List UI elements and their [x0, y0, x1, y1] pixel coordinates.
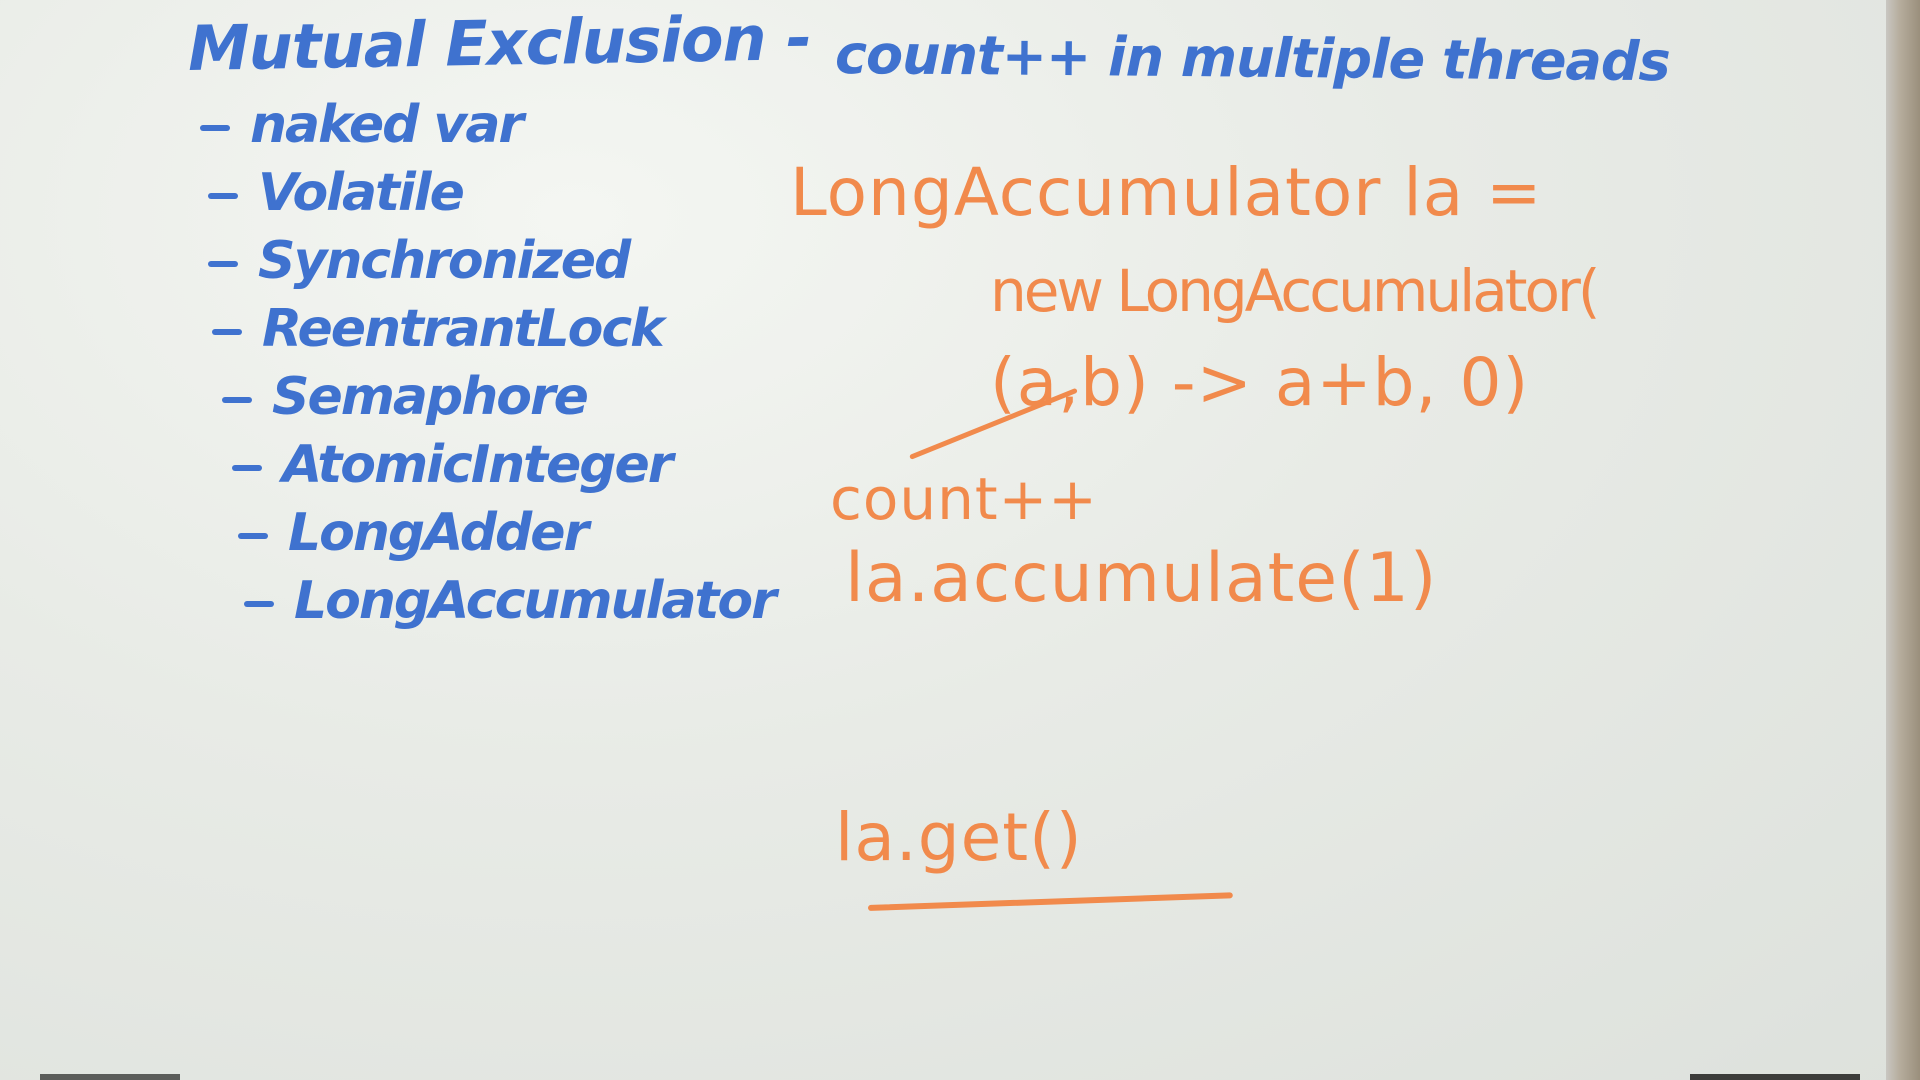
code-line-constructor: new LongAccumulator(	[990, 257, 1600, 325]
list-item: LongAdder	[238, 503, 589, 563]
bullet-dash	[232, 465, 262, 471]
board-title: Mutual Exclusion -	[187, 1, 812, 85]
marker-tray-left	[40, 1074, 180, 1080]
bullet-dash	[200, 125, 230, 131]
whiteboard: Mutual Exclusion - count++ in multiple t…	[0, 0, 1920, 1080]
bullet-dash	[238, 533, 268, 539]
whiteboard-frame-edge	[1886, 0, 1920, 1080]
bullet-dash	[222, 397, 252, 403]
code-line-accumulate: la.accumulate(1)	[845, 539, 1438, 618]
list-item: LongAccumulator	[244, 571, 777, 631]
bullet-dash	[208, 261, 238, 267]
code-line-declaration: LongAccumulator la =	[790, 154, 1543, 231]
code-line-struck-count: count++	[830, 465, 1098, 533]
list-item: Volatile	[208, 163, 465, 223]
bullet-dash	[208, 193, 238, 199]
code-line-get: la.get()	[835, 799, 1083, 876]
list-item: AtomicInteger	[232, 435, 673, 495]
underline-mark	[867, 892, 1233, 911]
bullet-dash	[212, 329, 242, 335]
board-subtitle: count++ in multiple threads	[834, 23, 1670, 94]
bullet-dash	[244, 601, 274, 607]
code-line-lambda: (a,b) -> a+b, 0)	[990, 344, 1530, 421]
list-item: Synchronized	[208, 231, 631, 291]
marker-tray-right	[1690, 1074, 1860, 1080]
list-item: Semaphore	[222, 367, 589, 427]
list-item: naked var	[200, 95, 524, 155]
list-item: ReentrantLock	[212, 299, 665, 359]
